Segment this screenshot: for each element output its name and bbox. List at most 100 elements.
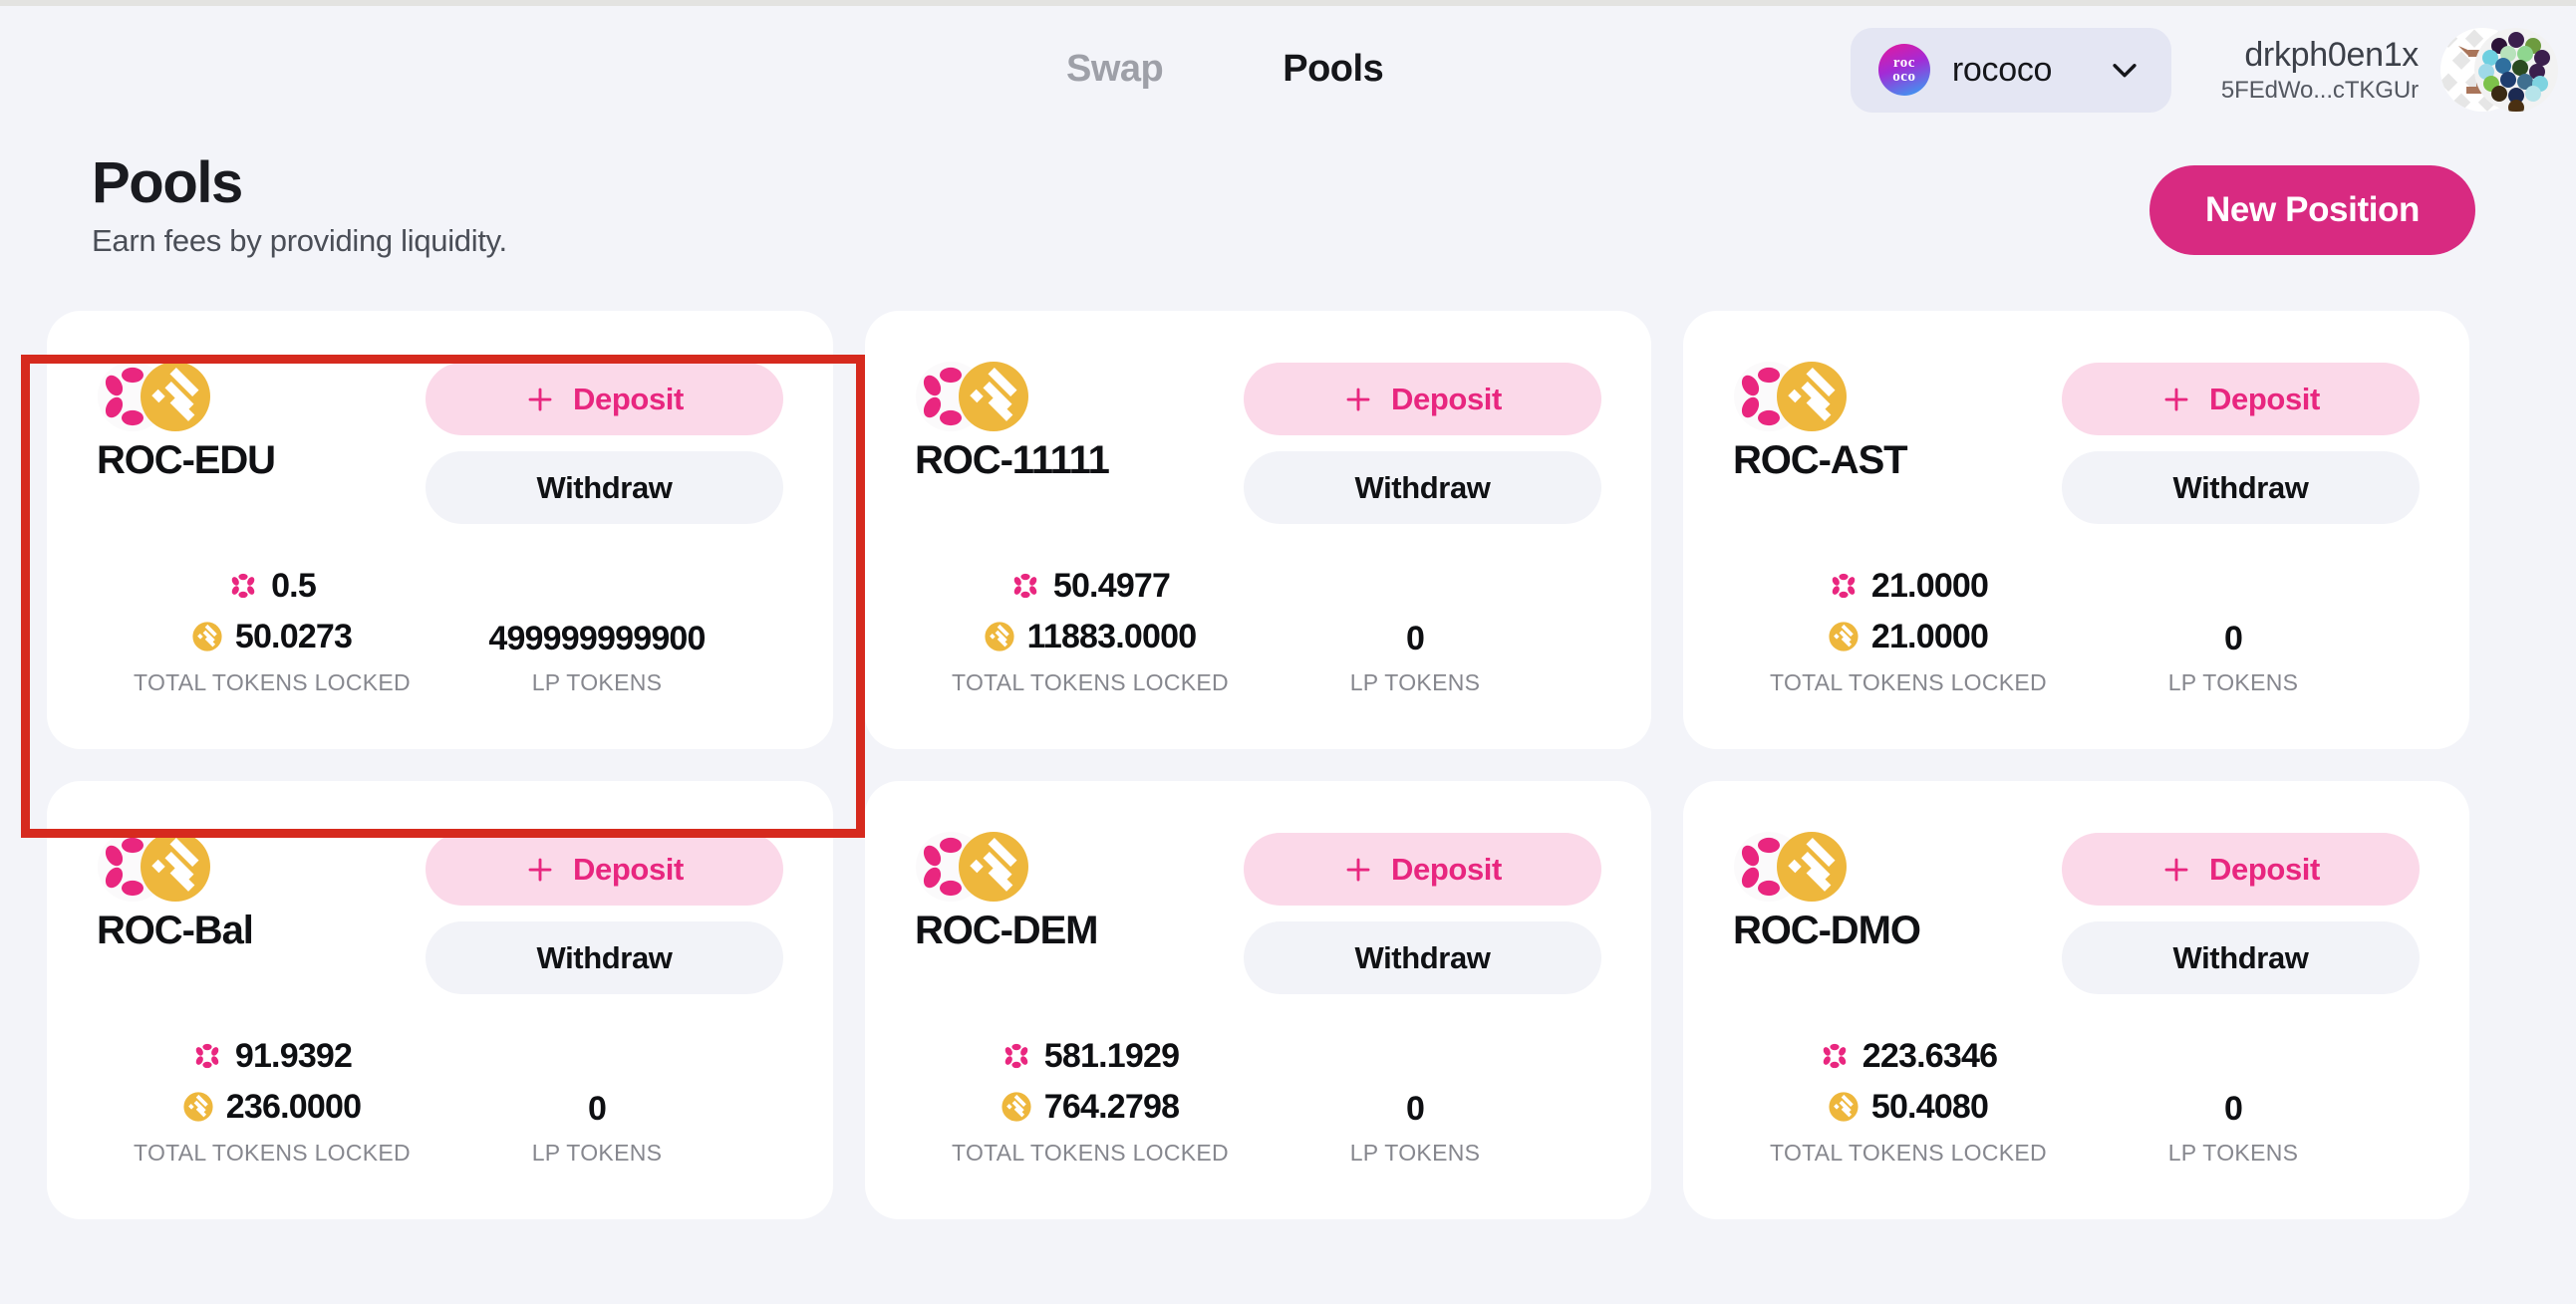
- polkadot-token-icon: [195, 1043, 219, 1069]
- pool-card-roc-bal[interactable]: ROC-Bal Deposit Withdraw 91.9392 236.000…: [47, 781, 833, 1219]
- lp-tokens-group: 0 LP TOKENS: [2084, 564, 2383, 696]
- total-tokens-locked-label: TOTAL TOKENS LOCKED: [952, 669, 1229, 695]
- polkadot-token-icon: [231, 573, 255, 599]
- polkadot-token-icon: [1004, 1043, 1028, 1069]
- token-b-amount: 236.0000: [225, 1087, 362, 1126]
- deposit-button[interactable]: Deposit: [426, 363, 783, 435]
- total-tokens-locked-label: TOTAL TOKENS LOCKED: [1770, 669, 2047, 695]
- asset-token-icon: [1002, 1092, 1031, 1122]
- new-position-button[interactable]: New Position: [2149, 165, 2475, 255]
- lp-tokens-label: LP TOKENS: [1349, 1140, 1481, 1166]
- tab-pools[interactable]: Pools: [1283, 48, 1383, 91]
- token-a-amount: 21.0000: [1870, 566, 1989, 605]
- token-a-amount-row: 581.1929: [915, 1034, 1266, 1078]
- token-b-amount: 50.4080: [1870, 1087, 1989, 1126]
- header-right-cluster: roc oco rococo drkph0en1x 5FEdWo...cTKGU…: [1850, 24, 2558, 116]
- pool-card-header: ROC-EDU Deposit Withdraw: [97, 359, 783, 524]
- total-tokens-locked-group: 91.9392 236.0000 TOTAL TOKENS LOCKED: [97, 1034, 447, 1167]
- withdraw-button[interactable]: Withdraw: [1244, 921, 1601, 994]
- withdraw-button[interactable]: Withdraw: [1244, 451, 1601, 524]
- pool-token-icons: [915, 361, 1032, 432]
- pool-card-header: ROC-DMO Deposit Withdraw: [1733, 829, 2420, 994]
- withdraw-button[interactable]: Withdraw: [2062, 451, 2420, 524]
- main-navigation: Swap Pools: [1066, 48, 1384, 91]
- withdraw-button[interactable]: Withdraw: [426, 451, 783, 524]
- pool-token-icons: [1733, 831, 1851, 903]
- tab-swap[interactable]: Swap: [1066, 48, 1164, 91]
- pool-card-actions: Deposit Withdraw: [2062, 359, 2420, 524]
- token-a-amount-row: 91.9392: [97, 1034, 447, 1078]
- lp-tokens-value: 0: [2223, 1090, 2243, 1128]
- deposit-button[interactable]: Deposit: [426, 833, 783, 906]
- polkadot-token-icon: [1013, 573, 1037, 599]
- asset-token-icon: [1829, 622, 1859, 652]
- pool-card-stats: 21.0000 21.0000 TOTAL TOKENS LOCKED 0 LP…: [1733, 564, 2420, 696]
- pool-card-roc-dem[interactable]: ROC-DEM Deposit Withdraw 581.1929 764.27…: [865, 781, 1651, 1219]
- lp-tokens-group: 0 LP TOKENS: [447, 1034, 746, 1167]
- deposit-button[interactable]: Deposit: [1244, 833, 1601, 906]
- pool-identity: ROC-DEM: [915, 829, 1244, 953]
- account-button[interactable]: drkph0en1x 5FEdWo...cTKGUr: [2221, 36, 2419, 105]
- pool-token-icons: [97, 361, 214, 432]
- chain-selector-label: rococo: [1951, 50, 2053, 89]
- total-tokens-locked-label: TOTAL TOKENS LOCKED: [952, 1140, 1229, 1166]
- withdraw-button[interactable]: Withdraw: [426, 921, 783, 994]
- rococo-logo-line1: roc: [1892, 54, 1915, 71]
- pool-card-actions: Deposit Withdraw: [426, 359, 783, 524]
- token-b-amount-row: 11883.0000: [915, 615, 1266, 658]
- deposit-button-label: Deposit: [2209, 851, 2320, 887]
- rococo-logo-icon: roc oco: [1877, 44, 1930, 96]
- withdraw-button-label: Withdraw: [536, 939, 673, 975]
- polkadot-token-icon: [1823, 1043, 1847, 1069]
- pool-card-header: ROC-DEM Deposit Withdraw: [915, 829, 1601, 994]
- total-tokens-locked-group: 581.1929 764.2798 TOTAL TOKENS LOCKED: [915, 1034, 1266, 1167]
- asset-token-icon: [985, 622, 1014, 652]
- lp-tokens-label: LP TOKENS: [1349, 669, 1481, 695]
- pool-identity: ROC-DMO: [1733, 829, 2062, 953]
- token-a-amount-row: 50.4977: [915, 564, 1266, 608]
- total-tokens-locked-group: 50.4977 11883.0000 TOTAL TOKENS LOCKED: [915, 564, 1266, 696]
- pools-grid: ROC-EDU Deposit Withdraw 0.5 50.0273 TOT…: [0, 311, 2576, 1219]
- token-a-amount: 223.6346: [1861, 1036, 1998, 1075]
- rococo-logo-line2: oco: [1892, 69, 1916, 85]
- chevron-down-icon: [2113, 64, 2137, 78]
- pool-token-icons: [915, 831, 1032, 903]
- total-tokens-locked-group: 21.0000 21.0000 TOTAL TOKENS LOCKED: [1733, 564, 2084, 696]
- pool-card-roc-dmo[interactable]: ROC-DMO Deposit Withdraw 223.6346 50.408…: [1683, 781, 2469, 1219]
- avatar[interactable]: [2436, 24, 2558, 116]
- pool-card-stats: 581.1929 764.2798 TOTAL TOKENS LOCKED 0 …: [915, 1034, 1601, 1167]
- pool-card-roc-edu[interactable]: ROC-EDU Deposit Withdraw 0.5 50.0273 TOT…: [47, 311, 833, 749]
- plus-icon: [525, 855, 555, 885]
- pool-token-icons: [1733, 361, 1851, 432]
- pool-pair-name: ROC-DMO: [1733, 909, 1921, 952]
- pool-card-header: ROC-AST Deposit Withdraw: [1733, 359, 2420, 524]
- deposit-button[interactable]: Deposit: [2062, 363, 2420, 435]
- deposit-button-label: Deposit: [573, 381, 684, 416]
- pool-card-actions: Deposit Withdraw: [1244, 829, 1601, 994]
- pool-identity: ROC-AST: [1733, 359, 2062, 483]
- pool-pair-name: ROC-Bal: [97, 909, 254, 952]
- withdraw-button[interactable]: Withdraw: [2062, 921, 2420, 994]
- deposit-button[interactable]: Deposit: [1244, 363, 1601, 435]
- total-tokens-locked-group: 223.6346 50.4080 TOTAL TOKENS LOCKED: [1733, 1034, 2084, 1167]
- polkadot-identicon-avatar: [2440, 28, 2558, 112]
- pool-card-roc-11111[interactable]: ROC-11111 Deposit Withdraw 50.4977 11883…: [865, 311, 1651, 749]
- chain-selector[interactable]: roc oco rococo: [1850, 27, 2171, 113]
- token-b-amount-row: 50.0273: [97, 615, 447, 658]
- asset-token-icon: [1829, 1092, 1859, 1122]
- pool-identity: ROC-Bal: [97, 829, 426, 953]
- app-header: Swap Pools roc oco rococo drkph0en1x 5FE…: [0, 6, 2576, 153]
- pool-card-stats: 50.4977 11883.0000 TOTAL TOKENS LOCKED 0…: [915, 564, 1601, 696]
- withdraw-button-label: Withdraw: [2172, 939, 2309, 975]
- token-a-amount: 50.4977: [1052, 566, 1171, 605]
- withdraw-button-label: Withdraw: [1354, 939, 1491, 975]
- token-a-amount-row: 223.6346: [1733, 1034, 2084, 1078]
- page-header: Pools Earn fees by providing liquidity. …: [0, 152, 2576, 293]
- deposit-button[interactable]: Deposit: [2062, 833, 2420, 906]
- token-b-amount-row: 50.4080: [1733, 1085, 2084, 1129]
- plus-icon: [1343, 855, 1373, 885]
- asset-token-icon: [141, 832, 210, 902]
- pool-pair-name: ROC-11111: [915, 438, 1110, 482]
- deposit-button-label: Deposit: [1391, 851, 1502, 887]
- pool-card-roc-ast[interactable]: ROC-AST Deposit Withdraw 21.0000 21.0000…: [1683, 311, 2469, 749]
